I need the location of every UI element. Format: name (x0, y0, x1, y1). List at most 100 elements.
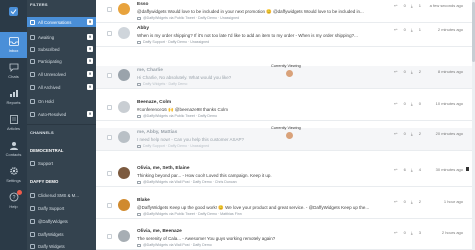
filter-auto-resolved[interactable]: Auto-Resolved 9 (27, 109, 96, 119)
reply-icon: ↩ (394, 101, 398, 106)
reports-icon (7, 87, 20, 99)
clock-icon (30, 34, 35, 40)
channel-icon (137, 144, 141, 148)
channel-support[interactable]: Support (27, 158, 96, 168)
conversation-stats: ↩ 0 ⤓ 3 (389, 230, 421, 235)
channel-clickerud-sms[interactable]: Clickerud SMS & M... (27, 190, 96, 200)
facebook-icon (30, 231, 35, 237)
filter-count: 9 (87, 71, 93, 77)
filter-label: All Conversations (38, 19, 72, 25)
sms-icon (30, 192, 35, 198)
rail-settings[interactable]: Settings (0, 162, 27, 188)
filter-all-unresolved[interactable]: All Unresolved 9 (27, 69, 96, 79)
rail-settings-label: Settings (6, 178, 21, 183)
conversation-stats: ↩ 0 ⤓ 1 (389, 27, 421, 32)
channel-twitter[interactable]: @DaffyWidgets (27, 216, 96, 226)
conversation-meta: @DaffyWidgets via Wall Post · Daffy Demo… (137, 180, 237, 184)
filter-subscribed[interactable]: Subscribed 9 (27, 44, 96, 54)
icon-rail: Inbox Chats Reports Articles Contacts Se… (0, 0, 27, 250)
inbox-icon (7, 35, 20, 47)
channel-label: @DaffyWidgets (38, 218, 68, 224)
download-icon: ⤓ (410, 230, 413, 235)
rail-articles[interactable]: Articles (0, 110, 27, 136)
row-checkbox[interactable] (107, 7, 112, 12)
avatar (118, 167, 130, 179)
rail-inbox[interactable]: Inbox (0, 32, 27, 58)
message-count: 1 (418, 27, 421, 32)
conversation-time: 10 minutes ago (435, 101, 463, 106)
row-checkbox[interactable] (107, 105, 112, 110)
message-count: 2 (418, 69, 421, 74)
inbox-icon (30, 243, 35, 249)
channel-daffy-support[interactable]: Daffy Support (27, 203, 96, 213)
channel-daffy-widgets[interactable]: Daffy Widgets (27, 241, 96, 250)
row-checkbox[interactable] (107, 234, 112, 239)
rail-chats[interactable]: Chats (0, 58, 27, 84)
conversation-time: 2 minutes ago (437, 27, 463, 32)
filter-on-hold[interactable]: On Hold (27, 96, 96, 106)
filter-label: Subscribed (38, 46, 60, 52)
conversation-row[interactable]: Abby When is my order shipping? If it's … (96, 24, 475, 47)
avatar (118, 131, 130, 143)
sidebar-divider (27, 124, 96, 125)
filter-all-conversations[interactable]: All Conversations 9 (27, 17, 96, 27)
row-checkbox[interactable] (107, 171, 112, 176)
conversation-title: Beenaze, Colm (137, 100, 172, 105)
conversation-row[interactable]: Beenaze, Colm #conference16 🙌 @beenaze98… (96, 98, 475, 121)
meta-text: Daffy Widgets · Daffy Demo (143, 82, 188, 86)
reply-count: 0 (403, 230, 406, 235)
filter-label: On Hold (38, 98, 54, 104)
conversation-title: Olivia, me, Seth, Elaine (137, 166, 190, 171)
conversation-stats: ↩ 0 ⤓ 2 (389, 69, 421, 74)
inbox-icon (30, 205, 35, 211)
conversation-row[interactable]: me, Charlie Currently Viewing Hi Charlie… (96, 64, 475, 89)
channel-facebook[interactable]: DaffyWidgets (27, 229, 96, 239)
rail-chats-label: Chats (8, 74, 19, 79)
reply-count: 0 (403, 101, 406, 106)
conversation-time: 30 minutes ago (435, 167, 463, 172)
avatar (118, 27, 130, 39)
row-checkbox[interactable] (107, 203, 112, 208)
channel-icon (137, 180, 141, 184)
conversation-row[interactable]: Olivia, me, Seth, Elaine Thinking beyond… (96, 164, 475, 187)
conversation-row[interactable]: Blake @DaffyWidgets Keep up the good wor… (96, 196, 475, 219)
avatar (118, 69, 130, 81)
conversation-stats: ↩ 0 ⤓ 0 (389, 101, 421, 106)
row-checkbox[interactable] (107, 73, 112, 78)
inbox-icon (30, 160, 35, 166)
svg-text:?: ? (12, 195, 15, 201)
conversation-meta: Daffy Widgets · Daffy Demo (137, 82, 187, 86)
message-count: 4 (418, 167, 421, 172)
meta-text: @DaffyWidgets via Public Tweet · Daffy D… (143, 114, 217, 118)
download-icon: ⤓ (410, 3, 413, 8)
rail-contacts[interactable]: Contacts (0, 136, 27, 162)
group-democentral[interactable]: DEMOCENTRAL (27, 146, 96, 156)
conversation-row[interactable]: me, Abby, Mattias Currently Viewing I ne… (96, 126, 475, 151)
filter-all-archived[interactable]: All Archived 9 (27, 82, 96, 92)
filter-count: 9 (87, 19, 93, 25)
rail-reports[interactable]: Reports (0, 84, 27, 110)
row-checkbox[interactable] (107, 31, 112, 36)
filter-awaiting[interactable]: Awaiting 9 (27, 32, 96, 42)
conversation-row[interactable]: Olivia, me, Beenaze The serenity of Cala… (96, 227, 475, 250)
rail-reports-label: Reports (6, 100, 21, 105)
filter-participating[interactable]: Participating 9 (27, 56, 96, 66)
bookmark-icon[interactable] (466, 167, 469, 171)
conversation-title: Blake (137, 198, 150, 203)
reply-icon: ↩ (394, 230, 398, 235)
rail-logo[interactable] (0, 2, 27, 28)
conversation-time: a few seconds ago (429, 3, 463, 8)
rail-help[interactable]: ? Help (0, 188, 27, 214)
row-checkbox[interactable] (107, 135, 112, 140)
reply-icon: ↩ (394, 69, 398, 74)
conversation-list: Esso @daffywidgets Would love to be incl… (96, 0, 475, 250)
channel-label: Support (38, 160, 54, 166)
avatar (118, 101, 130, 113)
currently-viewing-label: Currently Viewing (271, 126, 301, 130)
group-daffy-demo[interactable]: DAFFY DEMO (27, 177, 96, 187)
reply-count: 6 (403, 167, 406, 172)
conversation-row[interactable]: Esso @daffywidgets Would love to be incl… (96, 0, 475, 23)
avatar (118, 230, 130, 242)
reply-count: 0 (403, 3, 406, 8)
conversation-title: Olivia, me, Beenaze (137, 229, 182, 234)
